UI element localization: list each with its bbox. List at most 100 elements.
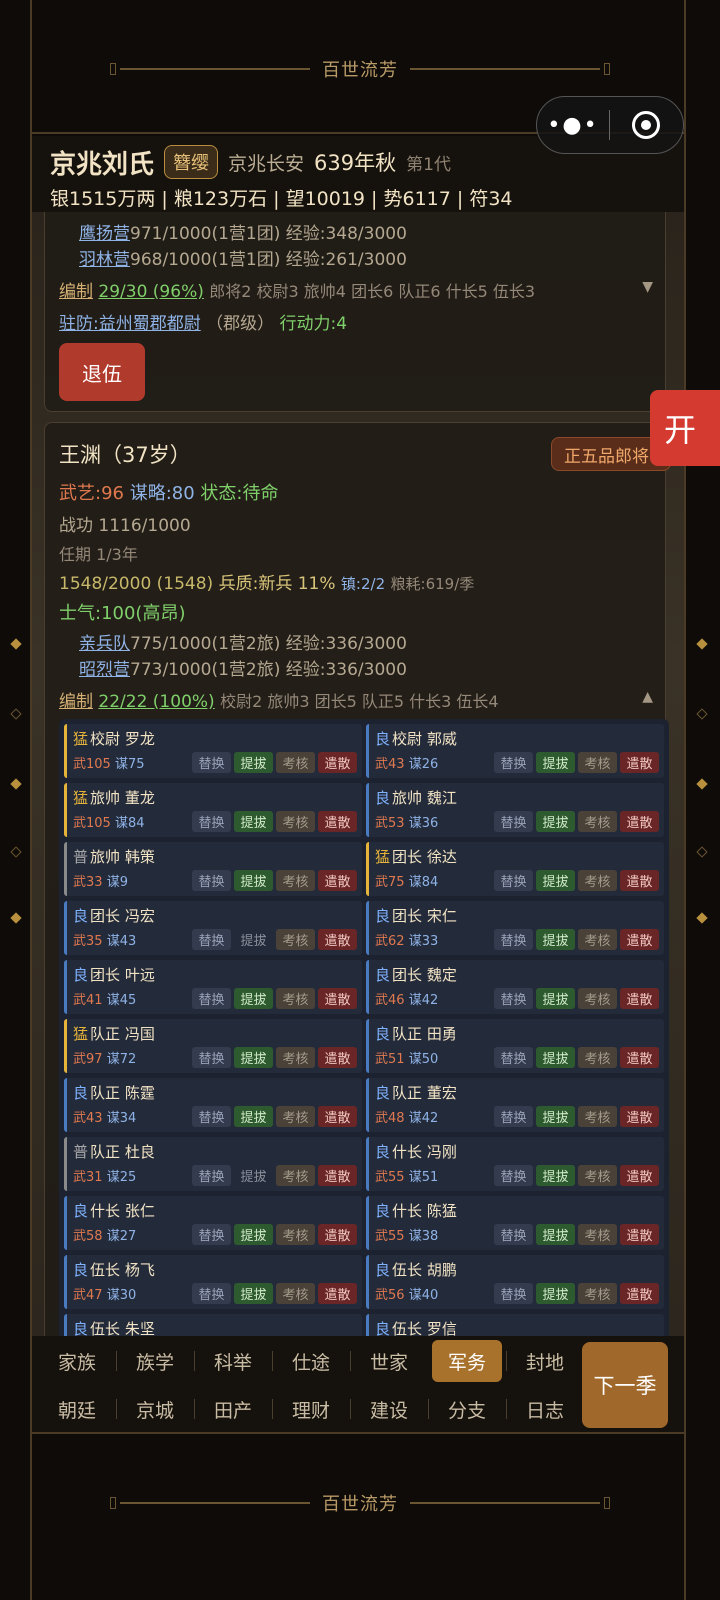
review-button[interactable]: 考核 [578, 870, 617, 891]
dismiss-button[interactable]: 遣散 [620, 1283, 659, 1304]
review-button[interactable]: 考核 [578, 1283, 617, 1304]
dismiss-button[interactable]: 遣散 [318, 1165, 357, 1186]
promote-button[interactable]: 提拔 [536, 1165, 575, 1186]
dismiss-button[interactable]: 遣散 [620, 1047, 659, 1068]
nav-item[interactable]: 军务 [432, 1340, 502, 1382]
unit-name[interactable]: 羽林营 [79, 250, 130, 270]
unit-name[interactable]: 昭烈营 [79, 660, 130, 680]
nav-item[interactable]: 仕途 [272, 1340, 350, 1382]
review-button[interactable]: 考核 [276, 811, 315, 832]
nav-item[interactable]: 理财 [272, 1388, 350, 1430]
replace-button[interactable]: 替换 [192, 988, 231, 1009]
review-button[interactable]: 考核 [276, 929, 315, 950]
promote-button[interactable]: 提拔 [536, 1106, 575, 1127]
promote-button[interactable]: 提拔 [234, 1106, 273, 1127]
review-button[interactable]: 考核 [578, 988, 617, 1009]
replace-button[interactable]: 替换 [192, 1106, 231, 1127]
nav-item[interactable]: 科举 [194, 1340, 272, 1382]
expand-triangle-icon[interactable]: ▼ [642, 279, 653, 295]
nav-item[interactable]: 封地 [506, 1340, 584, 1382]
replace-button[interactable]: 替换 [494, 1165, 533, 1186]
review-button[interactable]: 考核 [276, 1165, 315, 1186]
replace-button[interactable]: 替换 [192, 1165, 231, 1186]
replace-button[interactable]: 替换 [192, 870, 231, 891]
replace-button[interactable]: 替换 [192, 752, 231, 773]
review-button[interactable]: 考核 [578, 929, 617, 950]
review-button[interactable]: 考核 [276, 1106, 315, 1127]
promote-button[interactable]: 提拔 [536, 1224, 575, 1245]
garrison-link[interactable]: 驻防:益州蜀郡都尉 [59, 314, 201, 334]
nav-item[interactable]: 朝廷 [38, 1388, 116, 1430]
promote-button[interactable]: 提拔 [234, 1047, 273, 1068]
review-button[interactable]: 考核 [276, 752, 315, 773]
unit-name[interactable]: 鹰扬营 [79, 224, 130, 244]
dismiss-button[interactable]: 遣散 [318, 1224, 357, 1245]
replace-button[interactable]: 替换 [494, 1106, 533, 1127]
replace-button[interactable]: 替换 [494, 1224, 533, 1245]
review-button[interactable]: 考核 [578, 1047, 617, 1068]
promote-button[interactable]: 提拔 [234, 870, 273, 891]
target-circle-icon[interactable] [610, 111, 682, 139]
promote-button[interactable]: 提拔 [536, 1283, 575, 1304]
dismiss-button[interactable]: 遣散 [620, 1224, 659, 1245]
review-button[interactable]: 考核 [276, 1224, 315, 1245]
review-button[interactable]: 考核 [578, 752, 617, 773]
dismiss-button[interactable]: 遣散 [620, 929, 659, 950]
replace-button[interactable]: 替换 [494, 752, 533, 773]
dismiss-button[interactable]: 遣散 [318, 1283, 357, 1304]
dismiss-button[interactable]: 遣散 [318, 929, 357, 950]
promote-button[interactable]: 提拔 [536, 811, 575, 832]
dismiss-button[interactable]: 遣散 [318, 1106, 357, 1127]
replace-button[interactable]: 替换 [192, 1224, 231, 1245]
promote-button[interactable]: 提拔 [234, 1224, 273, 1245]
replace-button[interactable]: 替换 [494, 1047, 533, 1068]
organization-link[interactable]: 编制 [59, 282, 93, 302]
nav-item[interactable]: 分支 [428, 1388, 506, 1430]
review-button[interactable]: 考核 [276, 1283, 315, 1304]
dismiss-button[interactable]: 遣散 [620, 870, 659, 891]
nav-item[interactable]: 世家 [350, 1340, 428, 1382]
promote-button[interactable]: 提拔 [234, 988, 273, 1009]
review-button[interactable]: 考核 [276, 1047, 315, 1068]
collapse-triangle-icon[interactable]: ▲ [642, 689, 653, 705]
organization-link[interactable]: 编制 [59, 692, 93, 712]
promote-button[interactable]: 提拔 [536, 988, 575, 1009]
dismiss-button[interactable]: 遣散 [620, 1106, 659, 1127]
dismiss-button[interactable]: 遣散 [318, 988, 357, 1009]
nav-item[interactable]: 京城 [116, 1388, 194, 1430]
next-season-button[interactable]: 下一季 [582, 1342, 668, 1428]
promote-button[interactable]: 提拔 [234, 752, 273, 773]
promote-button[interactable]: 提拔 [536, 752, 575, 773]
review-button[interactable]: 考核 [578, 1165, 617, 1186]
dismiss-button[interactable]: 遣散 [318, 870, 357, 891]
replace-button[interactable]: 替换 [494, 811, 533, 832]
dismiss-button[interactable]: 遣散 [620, 988, 659, 1009]
replace-button[interactable]: 替换 [192, 811, 231, 832]
unit-name[interactable]: 亲兵队 [79, 634, 130, 654]
replace-button[interactable]: 替换 [494, 1283, 533, 1304]
review-button[interactable]: 考核 [578, 1224, 617, 1245]
retire-button[interactable]: 退伍 [59, 343, 145, 401]
promote-button[interactable]: 提拔 [536, 870, 575, 891]
review-button[interactable]: 考核 [276, 988, 315, 1009]
main-content[interactable]: 鹰扬营971/1000(1营1团) 经验:348/3000 羽林营968/100… [32, 212, 684, 1336]
float-open-button[interactable]: 开 [650, 390, 720, 466]
promote-button[interactable]: 提拔 [234, 811, 273, 832]
replace-button[interactable]: 替换 [192, 1283, 231, 1304]
review-button[interactable]: 考核 [578, 811, 617, 832]
dismiss-button[interactable]: 遣散 [620, 752, 659, 773]
nav-item[interactable]: 家族 [38, 1340, 116, 1382]
review-button[interactable]: 考核 [578, 1106, 617, 1127]
replace-button[interactable]: 替换 [494, 870, 533, 891]
clan-rank-badge[interactable]: 簪缨 [164, 145, 219, 179]
replace-button[interactable]: 替换 [192, 1047, 231, 1068]
review-button[interactable]: 考核 [276, 870, 315, 891]
nav-item[interactable]: 田产 [194, 1388, 272, 1430]
replace-button[interactable]: 替换 [494, 929, 533, 950]
promote-button[interactable]: 提拔 [234, 1283, 273, 1304]
dismiss-button[interactable]: 遣散 [318, 1047, 357, 1068]
dismiss-button[interactable]: 遣散 [318, 811, 357, 832]
dismiss-button[interactable]: 遣散 [318, 752, 357, 773]
replace-button[interactable]: 替换 [192, 929, 231, 950]
promote-button[interactable]: 提拔 [536, 1047, 575, 1068]
